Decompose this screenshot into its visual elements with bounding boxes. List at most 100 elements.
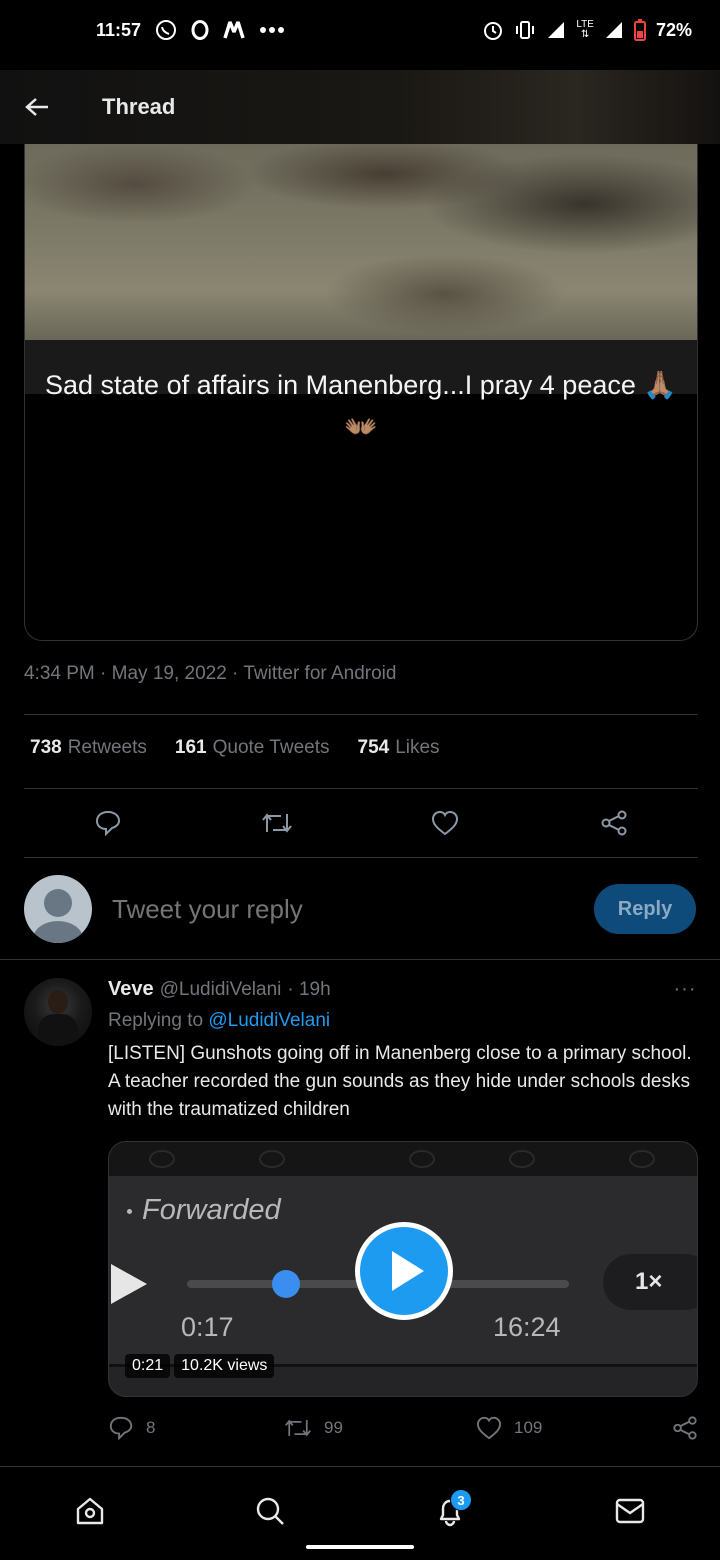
- retweets-count: 738: [30, 737, 62, 758]
- nav-messages[interactable]: [600, 1481, 660, 1541]
- thread-header: Thread: [0, 70, 720, 144]
- forwarded-dot-icon: [127, 1208, 132, 1214]
- signal-icon-2: [604, 20, 624, 40]
- comment-icon: [109, 1416, 133, 1441]
- reply-author-handle[interactable]: @LudidiVelani: [160, 979, 282, 1001]
- doodle-shape: [509, 1150, 535, 1168]
- likes-stat[interactable]: 754 Likes: [358, 737, 440, 759]
- quotes-label: Quote Tweets: [212, 737, 330, 758]
- reply-comment-count: 8: [146, 1418, 156, 1437]
- reply-input[interactable]: [112, 893, 594, 925]
- news-icon: [223, 20, 245, 40]
- reply-like-button[interactable]: 109: [476, 1416, 542, 1440]
- reply-retweet-button[interactable]: 99: [284, 1416, 343, 1440]
- search-icon: [256, 1497, 284, 1525]
- audio-total: 16:24: [493, 1312, 561, 1342]
- more-options-button[interactable]: ···: [668, 978, 702, 1004]
- reply-share-button[interactable]: [672, 1415, 698, 1441]
- opera-icon: [191, 20, 209, 40]
- video-player[interactable]: Forwarded 0:17 16:24 1× 0:21 10.2K views: [108, 1141, 698, 1397]
- retweet-action-button[interactable]: [253, 800, 301, 846]
- heart-icon: [432, 810, 459, 836]
- video-top-strip: [109, 1142, 697, 1176]
- home-icon: [76, 1497, 104, 1525]
- messages-icon: [615, 1498, 645, 1524]
- media-caption: Sad state of affairs in Manenberg...I pr…: [45, 370, 677, 442]
- replying-to-link[interactable]: @LudidiVelani: [208, 1010, 330, 1031]
- divider: [24, 714, 698, 715]
- back-button[interactable]: [0, 70, 74, 144]
- audio-play-icon: [111, 1264, 147, 1304]
- doodle-shape: [149, 1150, 175, 1168]
- retweets-stat[interactable]: 738 Retweets: [30, 737, 147, 759]
- divider: [0, 959, 720, 960]
- avatar-face: [48, 990, 68, 1014]
- retweet-icon: [285, 1419, 311, 1437]
- reply-actions: 8 99 109: [108, 1411, 704, 1445]
- likes-count: 754: [357, 737, 390, 758]
- alarm-icon: [482, 19, 504, 41]
- reply-author-name[interactable]: Veve: [108, 978, 154, 1001]
- status-time: 11:57: [96, 19, 142, 40]
- tweet-stats: 738 Retweets 161 Quote Tweets 754 Likes: [30, 737, 440, 759]
- views-chip: 10.2K views: [174, 1354, 275, 1378]
- tweet-timestamp: 4:34 PM · May 19, 2022 · Twitter for And…: [24, 663, 397, 684]
- nav-search[interactable]: [240, 1481, 300, 1541]
- lte-arrows-icon: ⇅: [580, 29, 590, 40]
- play-button[interactable]: [355, 1222, 453, 1320]
- retweets-label: Retweets: [67, 737, 147, 758]
- reply-composer: Reply: [24, 874, 696, 944]
- home-indicator[interactable]: [306, 1545, 414, 1549]
- heart-icon: [476, 1416, 502, 1440]
- doodle-shape: [259, 1150, 285, 1168]
- reply-text: [LISTEN] Gunshots going off in Manenberg…: [108, 1043, 692, 1120]
- battery-icon: [633, 19, 646, 41]
- like-action-button[interactable]: [421, 800, 469, 846]
- avatar-head: [44, 889, 72, 917]
- comment-icon: [96, 810, 121, 837]
- play-icon: [392, 1251, 424, 1291]
- audio-progress-knob: [272, 1270, 301, 1298]
- nav-home[interactable]: [60, 1481, 120, 1541]
- avatar-torso: [38, 1014, 78, 1046]
- forwarded-label: Forwarded: [127, 1194, 281, 1227]
- duration-chip: 0:21: [125, 1354, 171, 1378]
- reply-author-avatar[interactable]: [24, 978, 92, 1046]
- reply-comment-button[interactable]: 8: [108, 1415, 155, 1441]
- lte-icon: LTE ⇅: [576, 20, 594, 40]
- speed-pill: 1×: [603, 1254, 697, 1310]
- divider: [24, 857, 698, 858]
- back-arrow-icon: [25, 98, 48, 116]
- video-overlay: 0:21 10.2K views: [125, 1354, 275, 1378]
- page-title: Thread: [102, 94, 176, 119]
- notification-badge: 3: [450, 1489, 472, 1511]
- share-action-button[interactable]: [590, 800, 638, 846]
- reply-age: · 19h: [287, 979, 331, 1000]
- quotes-stat[interactable]: 161 Quote Tweets: [175, 737, 330, 759]
- battery-percent: 72%: [655, 19, 692, 40]
- retweet-icon: [261, 813, 292, 833]
- quotes-count: 161: [174, 737, 207, 758]
- vibrate-icon: [514, 20, 536, 40]
- reply-button[interactable]: Reply: [594, 884, 696, 934]
- audio-elapsed: 0:17: [181, 1312, 234, 1342]
- forwarded-text: Forwarded: [142, 1194, 281, 1226]
- reply-retweet-count: 99: [324, 1418, 343, 1437]
- reply-action-button[interactable]: [84, 800, 132, 846]
- share-icon: [673, 1416, 697, 1440]
- replying-to: Replying to @LudidiVelani: [108, 1010, 330, 1032]
- more-dots-icon: [259, 26, 285, 34]
- avatar-body: [33, 921, 83, 943]
- signal-icon: [546, 20, 566, 40]
- tweet-actions: [24, 800, 698, 846]
- reply-like-count: 109: [514, 1418, 543, 1437]
- replying-prefix: Replying to: [108, 1010, 204, 1031]
- status-bar: 11:57 LTE ⇅ 72%: [0, 0, 720, 60]
- whatsapp-icon: [155, 19, 177, 41]
- doodle-shape: [409, 1150, 435, 1168]
- nav-notifications[interactable]: 3: [420, 1481, 480, 1541]
- reply-author-line: Veve @LudidiVelani · 19h: [108, 978, 331, 1001]
- tweet-media[interactable]: Sad state of affairs in Manenberg...I pr…: [24, 144, 698, 641]
- avatar[interactable]: [24, 875, 92, 943]
- likes-label: Likes: [395, 737, 440, 758]
